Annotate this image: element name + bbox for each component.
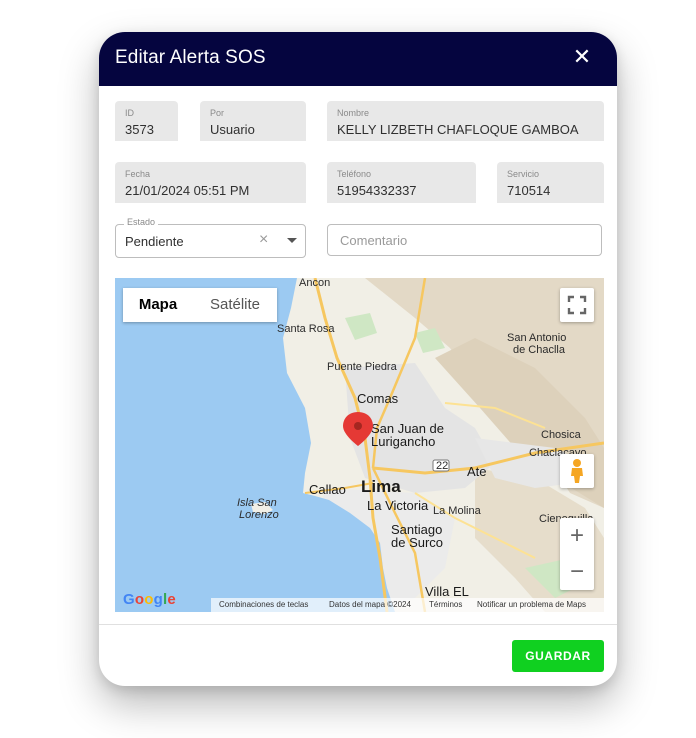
map-canvas: Ancon Santa Rosa Puente Piedra San Anton…	[115, 278, 604, 612]
edit-sos-dialog: Editar Alerta SOS ✕ ID 3573 Por Usuario …	[99, 32, 617, 686]
map-label-callao: Callao	[309, 482, 346, 497]
close-icon[interactable]: ✕	[571, 46, 593, 68]
fullscreen-button[interactable]	[560, 288, 594, 322]
report-problem-link[interactable]: Notificar un problema de Maps	[477, 600, 586, 609]
zoom-in-button[interactable]: +	[560, 518, 594, 554]
keyboard-shortcuts-link[interactable]: Combinaciones de teclas	[219, 600, 308, 609]
map-type-toggle: Mapa Satélite	[123, 288, 277, 322]
chevron-down-icon[interactable]	[287, 238, 297, 243]
map-label-la-molina: La Molina	[433, 505, 482, 517]
nombre-value: KELLY LIZBETH CHAFLOQUE GAMBOA	[337, 122, 579, 137]
id-label: ID	[125, 108, 134, 118]
por-field: Por Usuario	[200, 101, 306, 141]
map-label-la-victoria: La Victoria	[367, 498, 429, 513]
map-label-isla-2: Lorenzo	[239, 509, 279, 521]
map-label-sjl-2: Lurigancho	[371, 434, 435, 449]
telefono-label: Teléfono	[337, 169, 372, 179]
map-label-santa-rosa: Santa Rosa	[277, 323, 335, 335]
telefono-field: Teléfono 51954332337	[327, 162, 476, 203]
servicio-field: Servicio 710514	[497, 162, 604, 203]
fecha-label: Fecha	[125, 169, 151, 179]
fullscreen-icon	[567, 295, 587, 315]
por-label: Por	[210, 108, 225, 118]
terms-link[interactable]: Términos	[429, 600, 462, 609]
map-label-santiago-2: de Surco	[391, 535, 443, 550]
id-value: 3573	[125, 122, 154, 137]
map-label-puente-piedra: Puente Piedra	[327, 361, 398, 373]
map-data-text: Datos del mapa ©2024	[329, 600, 411, 609]
footer-divider	[99, 624, 617, 625]
telefono-value: 51954332337	[337, 183, 417, 198]
map-type-map[interactable]: Mapa	[123, 288, 193, 322]
map-type-satellite[interactable]: Satélite	[193, 288, 277, 322]
map-label-ate: Ate	[467, 464, 487, 479]
estado-value: Pendiente	[125, 234, 184, 249]
zoom-out-button[interactable]: −	[560, 554, 594, 590]
map-label-san-antonio-2: de Chaclla	[513, 344, 566, 356]
map-label-comas: Comas	[357, 391, 399, 406]
clear-icon[interactable]: ×	[259, 232, 268, 248]
id-field: ID 3573	[115, 101, 178, 141]
estado-label: Estado	[124, 217, 159, 227]
zoom-control: + −	[560, 518, 594, 590]
road-22-label: 22	[436, 460, 448, 472]
comentario-input[interactable]	[327, 224, 602, 256]
por-value: Usuario	[210, 122, 255, 137]
pegman-icon	[571, 459, 583, 483]
servicio-label: Servicio	[507, 169, 540, 179]
map-label-san-antonio-1: San Antonio	[507, 332, 566, 344]
map-view[interactable]: Ancon Santa Rosa Puente Piedra San Anton…	[115, 278, 604, 612]
dialog-title: Editar Alerta SOS	[115, 47, 266, 68]
servicio-value: 710514	[507, 183, 551, 198]
save-button[interactable]: GUARDAR	[512, 640, 604, 672]
map-label-ancon: Ancon	[299, 278, 330, 289]
nombre-label: Nombre	[337, 108, 370, 118]
map-label-villa: Villa EL	[425, 584, 469, 599]
street-view-button[interactable]	[560, 454, 594, 488]
map-label-chosica: Chosica	[541, 429, 582, 441]
dialog-header: Editar Alerta SOS ✕	[99, 32, 617, 86]
fecha-value: 21/01/2024 05:51 PM	[125, 183, 250, 198]
fecha-field: Fecha 21/01/2024 05:51 PM	[115, 162, 306, 203]
estado-select[interactable]: Estado Pendiente ×	[115, 217, 306, 258]
map-label-isla-1: Isla San	[237, 497, 277, 509]
map-label-lima: Lima	[361, 477, 401, 496]
map-footer: Combinaciones de teclas Datos del mapa ©…	[115, 598, 604, 612]
nombre-field: Nombre KELLY LIZBETH CHAFLOQUE GAMBOA	[327, 101, 604, 141]
